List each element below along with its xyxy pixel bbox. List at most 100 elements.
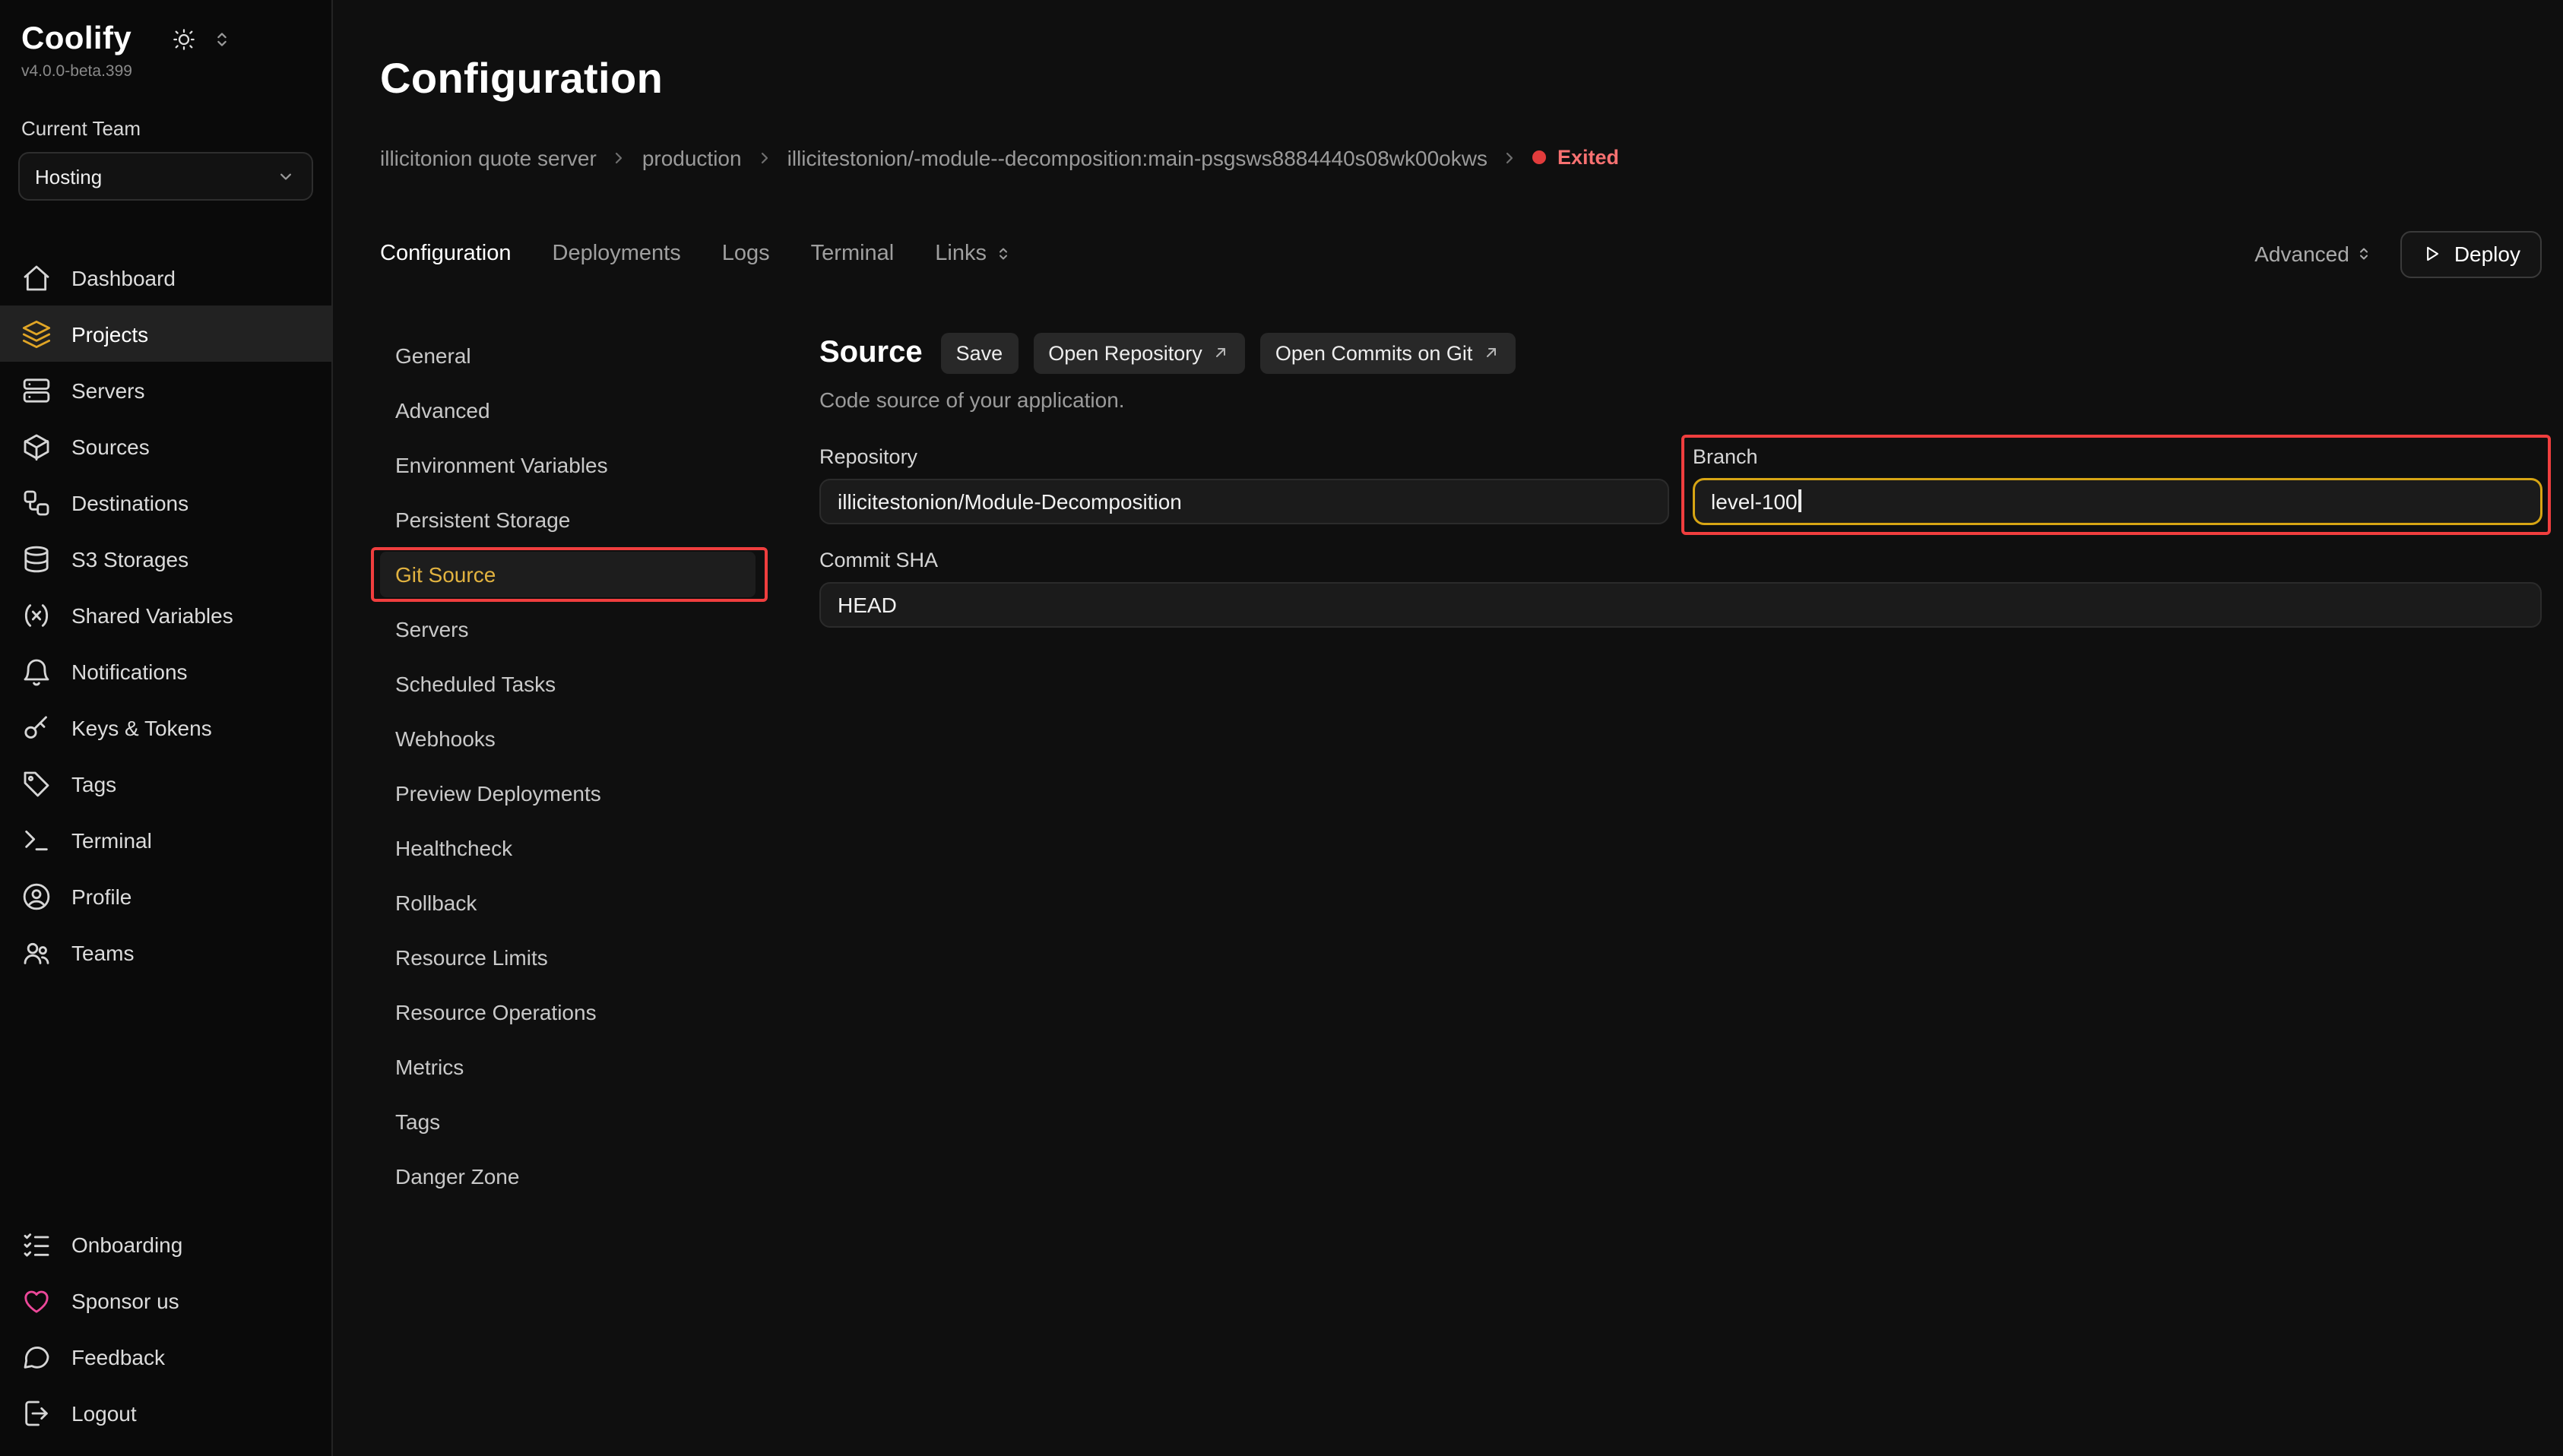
branch-input[interactable]: level-100 [1693, 478, 2542, 524]
server-icon [21, 375, 52, 405]
home-icon [21, 262, 52, 293]
sidebar-item-dashboard[interactable]: Dashboard [0, 249, 331, 305]
sidebar-item-sources[interactable]: Sources [0, 418, 331, 474]
sidebar-item-projects[interactable]: Projects [0, 305, 331, 362]
main-content: Configuration illicitonion quote server … [333, 0, 2563, 1456]
arrow-up-right-icon [1481, 343, 1500, 362]
team-select[interactable]: Hosting [18, 152, 313, 201]
tab-configuration[interactable]: Configuration [380, 242, 512, 266]
sidebar-item-s3-storages[interactable]: S3 Storages [0, 530, 331, 587]
subnav-item-healthcheck[interactable]: Healthcheck [380, 825, 756, 870]
sidebar-item-shared-variables[interactable]: Shared Variables [0, 587, 331, 643]
breadcrumb-environment[interactable]: production [642, 145, 742, 169]
list-checks-icon [21, 1229, 52, 1259]
tab-terminal[interactable]: Terminal [811, 242, 895, 266]
heart-icon [21, 1285, 52, 1315]
sidebar-item-keys-tokens[interactable]: Keys & Tokens [0, 699, 331, 755]
variable-icon [21, 600, 52, 630]
tab-deployments[interactable]: Deployments [553, 242, 681, 266]
app-version: v4.0.0-beta.399 [0, 58, 331, 81]
sidebar-nav: Dashboard Projects Servers Sources Desti… [0, 249, 331, 980]
sidebar-item-destinations[interactable]: Destinations [0, 474, 331, 530]
status-badge: Exited [1533, 146, 1619, 169]
sidebar-item-logout[interactable]: Logout [0, 1385, 331, 1441]
play-icon [2422, 243, 2444, 264]
sidebar-item-profile[interactable]: Profile [0, 868, 331, 924]
subnav-item-persistent-storage[interactable]: Persistent Storage [380, 496, 756, 542]
user-circle-icon [21, 881, 52, 911]
source-header: Source Save Open Repository Open Commits… [819, 332, 2542, 373]
subnav-item-advanced[interactable]: Advanced [380, 387, 756, 432]
commit-sha-input[interactable] [819, 581, 2542, 627]
sidebar-item-feedback[interactable]: Feedback [0, 1328, 331, 1385]
subnav-item-servers[interactable]: Servers [380, 606, 756, 651]
breadcrumb: illicitonion quote server production ill… [380, 145, 2542, 169]
logout-icon [21, 1397, 52, 1428]
open-repository-button[interactable]: Open Repository [1033, 332, 1245, 373]
config-subnav: General Advanced Environment Variables P… [380, 332, 756, 1456]
chevrons-up-down-icon[interactable] [211, 29, 232, 50]
breadcrumb-project[interactable]: illicitonion quote server [380, 145, 597, 169]
chevron-right-icon [756, 148, 774, 166]
breadcrumb-application[interactable]: illicitestonion/-module--decomposition:m… [787, 145, 1487, 169]
sidebar: Coolify v4.0.0-beta.399 Current Team Hos… [0, 0, 333, 1456]
tab-links[interactable]: Links [935, 242, 1012, 266]
coolify-app: Coolify v4.0.0-beta.399 Current Team Hos… [0, 0, 2563, 1456]
open-commits-button[interactable]: Open Commits on Git [1260, 332, 1516, 373]
bell-icon [21, 656, 52, 686]
brand-logo: Coolify [21, 21, 131, 58]
brand-row: Coolify [0, 21, 331, 58]
subnav-item-webhooks[interactable]: Webhooks [380, 715, 756, 761]
configuration-content: General Advanced Environment Variables P… [380, 332, 2542, 1456]
theme-toggle-sun-icon[interactable] [171, 27, 195, 52]
source-description: Code source of your application. [819, 387, 2542, 411]
subnav-item-general[interactable]: General [380, 332, 756, 378]
chevrons-up-down-icon [2355, 245, 2374, 263]
sidebar-item-servers[interactable]: Servers [0, 362, 331, 418]
chevron-right-icon [1501, 148, 1519, 166]
subnav-item-resource-operations[interactable]: Resource Operations [380, 989, 756, 1034]
status-label: Exited [1557, 146, 1619, 169]
sidebar-spacer [0, 980, 331, 1167]
repo-branch-row: Repository Branch level-100 [819, 445, 2542, 524]
subnav-item-environment-variables[interactable]: Environment Variables [380, 442, 756, 487]
git-source-panel: Source Save Open Repository Open Commits… [819, 332, 2542, 1456]
commit-sha-label: Commit SHA [819, 548, 2542, 571]
subnav-item-preview-deployments[interactable]: Preview Deployments [380, 770, 756, 815]
box-icon [21, 431, 52, 461]
sidebar-item-tags[interactable]: Tags [0, 755, 331, 812]
page-title: Configuration [380, 53, 2542, 105]
sidebar-item-sponsor-us[interactable]: Sponsor us [0, 1272, 331, 1328]
deploy-button[interactable]: Deploy [2401, 230, 2542, 277]
chevron-right-icon [610, 148, 629, 166]
tab-bar: Configuration Deployments Logs Terminal … [380, 230, 2542, 277]
repository-input[interactable] [819, 478, 1668, 524]
tab-bar-actions: Advanced Deploy [2254, 230, 2542, 277]
subnav-item-git-source[interactable]: Git Source [380, 551, 756, 597]
sidebar-item-onboarding[interactable]: Onboarding [0, 1216, 331, 1272]
subnav-item-scheduled-tasks[interactable]: Scheduled Tasks [380, 660, 756, 706]
sidebar-item-notifications[interactable]: Notifications [0, 643, 331, 699]
tag-icon [21, 768, 52, 799]
subnav-item-tags[interactable]: Tags [380, 1098, 756, 1144]
subnav-item-rollback[interactable]: Rollback [380, 879, 756, 925]
subnav-item-danger-zone[interactable]: Danger Zone [380, 1153, 756, 1198]
tab-logs[interactable]: Logs [722, 242, 770, 266]
sidebar-item-terminal[interactable]: Terminal [0, 812, 331, 868]
sidebar-item-teams[interactable]: Teams [0, 924, 331, 980]
subnav-item-metrics[interactable]: Metrics [380, 1043, 756, 1089]
layers-icon [21, 318, 52, 349]
advanced-dropdown[interactable]: Advanced [2254, 242, 2374, 266]
text-cursor [1799, 489, 1801, 512]
arrow-up-right-icon [1212, 343, 1230, 362]
branch-field-group: Branch level-100 [1693, 445, 2542, 524]
team-select-value: Hosting [35, 165, 102, 188]
chevron-down-icon [275, 166, 296, 187]
save-button[interactable]: Save [941, 332, 1019, 373]
current-team-label: Current Team [0, 117, 331, 140]
workflow-icon [21, 487, 52, 518]
subnav-item-resource-limits[interactable]: Resource Limits [380, 934, 756, 980]
commit-sha-field-group: Commit SHA [819, 548, 2542, 1456]
source-heading: Source [819, 335, 923, 370]
database-icon [21, 543, 52, 574]
